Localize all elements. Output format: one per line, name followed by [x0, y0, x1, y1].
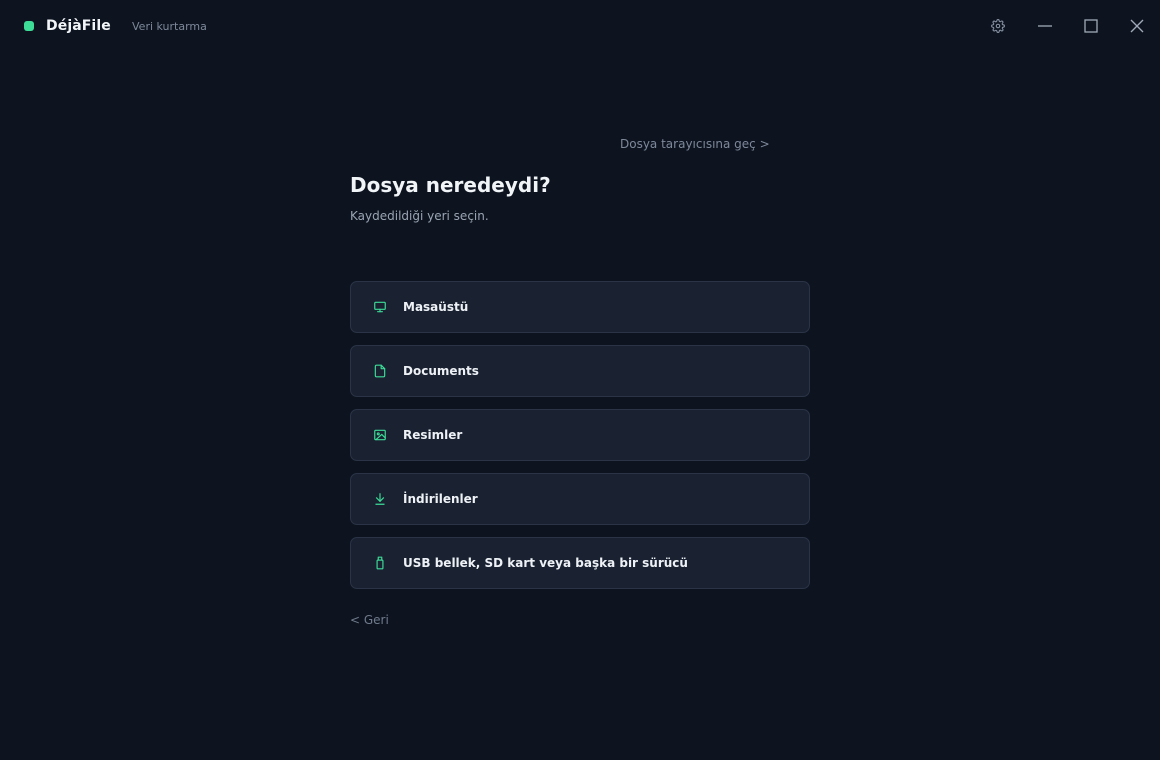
option-downloads[interactable]: İndirilenler: [350, 473, 810, 525]
option-label: USB bellek, SD kart veya başka bir sürüc…: [403, 556, 688, 570]
app-subtitle: Veri kurtarma: [132, 20, 207, 33]
option-documents[interactable]: Documents: [350, 345, 810, 397]
option-label: İndirilenler: [403, 492, 478, 506]
location-options-list: Masaüstü Documents Resimler İndirilenler…: [350, 281, 810, 601]
document-icon: [373, 364, 387, 378]
minimize-button[interactable]: [1035, 15, 1055, 37]
minimize-icon: [1038, 25, 1052, 27]
gear-icon: [991, 19, 1005, 33]
option-label: Documents: [403, 364, 479, 378]
option-usb-drive[interactable]: USB bellek, SD kart veya başka bir sürüc…: [350, 537, 810, 589]
file-browser-link[interactable]: Dosya tarayıcısına geç >: [620, 137, 770, 151]
option-pictures[interactable]: Resimler: [350, 409, 810, 461]
app-name: DéjàFile: [46, 18, 111, 34]
option-label: Resimler: [403, 428, 463, 442]
image-icon: [373, 428, 387, 442]
option-label: Masaüstü: [403, 300, 469, 314]
close-icon: [1130, 19, 1144, 33]
settings-button[interactable]: [988, 15, 1008, 37]
close-button[interactable]: [1127, 15, 1147, 37]
title-bar: DéjàFile Veri kurtarma: [0, 0, 1160, 54]
back-link[interactable]: < Geri: [350, 613, 389, 627]
usb-drive-icon: [373, 556, 387, 570]
maximize-button[interactable]: [1081, 15, 1101, 37]
monitor-icon: [373, 300, 387, 314]
option-desktop[interactable]: Masaüstü: [350, 281, 810, 333]
page-title: Dosya neredeydi?: [350, 173, 551, 197]
download-icon: [373, 492, 387, 506]
page-subtitle: Kaydedildiği yeri seçin.: [350, 209, 489, 223]
app-logo-icon: [24, 21, 34, 31]
maximize-icon: [1084, 19, 1098, 33]
